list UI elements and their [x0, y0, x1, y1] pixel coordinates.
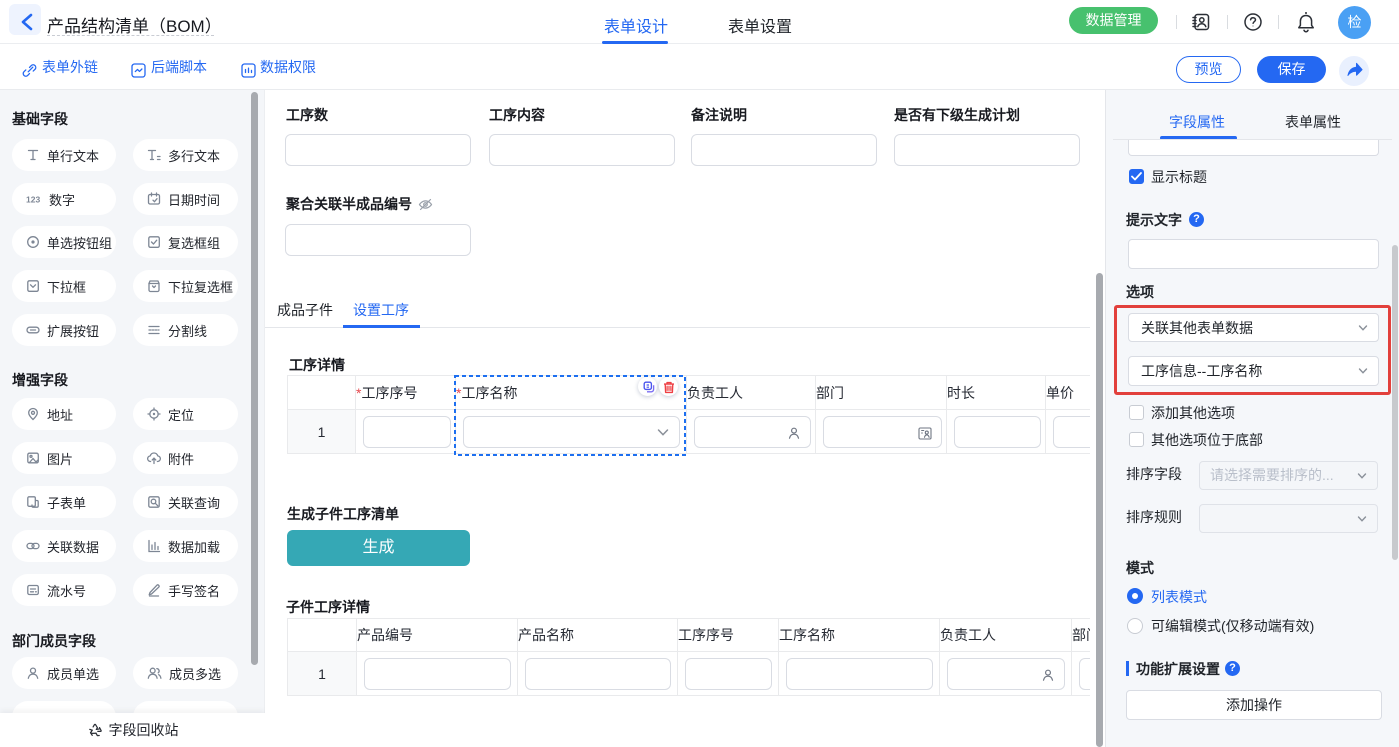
svg-text:123: 123 — [26, 195, 40, 205]
